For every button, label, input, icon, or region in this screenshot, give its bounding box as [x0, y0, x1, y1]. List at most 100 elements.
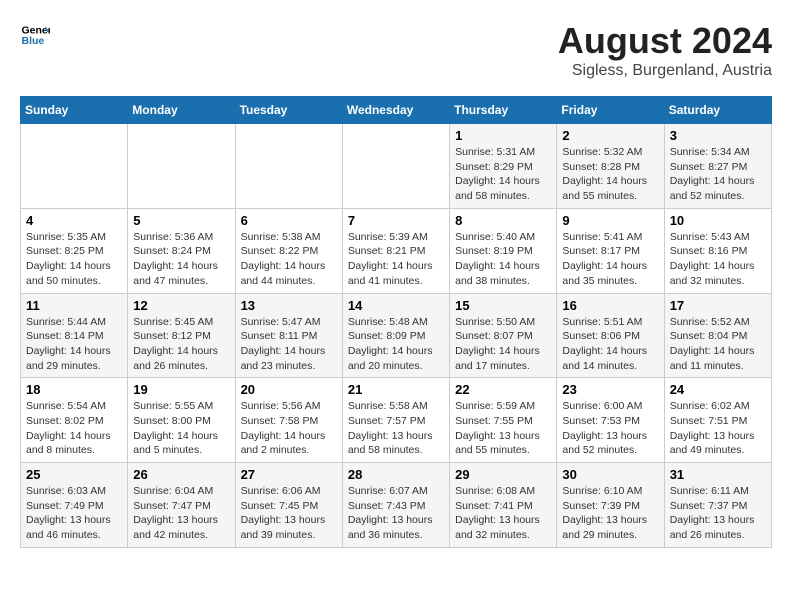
day-info: Sunrise: 6:11 AM Sunset: 7:37 PM Dayligh… [670, 484, 766, 543]
day-info: Sunrise: 5:32 AM Sunset: 8:28 PM Dayligh… [562, 145, 658, 204]
header: General Blue August 2024 Sigless, Burgen… [20, 20, 772, 80]
day-number: 21 [348, 382, 444, 397]
day-info: Sunrise: 6:03 AM Sunset: 7:49 PM Dayligh… [26, 484, 122, 543]
day-number: 28 [348, 467, 444, 482]
day-info: Sunrise: 5:41 AM Sunset: 8:17 PM Dayligh… [562, 230, 658, 289]
logo: General Blue [20, 20, 50, 50]
day-info: Sunrise: 5:58 AM Sunset: 7:57 PM Dayligh… [348, 399, 444, 458]
calendar-cell: 7Sunrise: 5:39 AM Sunset: 8:21 PM Daylig… [342, 208, 449, 293]
day-number: 17 [670, 298, 766, 313]
day-info: Sunrise: 5:38 AM Sunset: 8:22 PM Dayligh… [241, 230, 337, 289]
day-info: Sunrise: 5:54 AM Sunset: 8:02 PM Dayligh… [26, 399, 122, 458]
calendar-cell: 2Sunrise: 5:32 AM Sunset: 8:28 PM Daylig… [557, 124, 664, 209]
day-info: Sunrise: 5:48 AM Sunset: 8:09 PM Dayligh… [348, 315, 444, 374]
main-title: August 2024 [558, 20, 772, 62]
day-number: 9 [562, 213, 658, 228]
calendar-cell: 30 Sunrise: 6:10 AM Sunset: 7:39 PM Dayli… [557, 463, 664, 548]
day-info: Sunrise: 5:34 AM Sunset: 8:27 PM Dayligh… [670, 145, 766, 204]
calendar-cell: 27 Sunrise: 6:06 AM Sunset: 7:45 PM Dayli… [235, 463, 342, 548]
calendar-cell: 10 Sunrise: 5:43 AM Sunset: 8:16 PM Dayli… [664, 208, 771, 293]
day-number: 10 [670, 213, 766, 228]
day-info: Sunrise: 5:43 AM Sunset: 8:16 PM Dayligh… [670, 230, 766, 289]
calendar-week-row: 25 Sunrise: 6:03 AM Sunset: 7:49 PM Dayli… [21, 463, 772, 548]
day-info: Sunrise: 6:00 AM Sunset: 7:53 PM Dayligh… [562, 399, 658, 458]
day-info: Sunrise: 5:44 AM Sunset: 8:14 PM Dayligh… [26, 315, 122, 374]
calendar-cell: 11 Sunrise: 5:44 AM Sunset: 8:14 PM Dayli… [21, 293, 128, 378]
day-info: Sunrise: 5:35 AM Sunset: 8:25 PM Dayligh… [26, 230, 122, 289]
subtitle: Sigless, Burgenland, Austria [558, 62, 772, 80]
calendar-cell: 4 Sunrise: 5:35 AM Sunset: 8:25 PM Daylig… [21, 208, 128, 293]
day-info: Sunrise: 5:45 AM Sunset: 8:12 PM Dayligh… [133, 315, 229, 374]
calendar-cell: 16 Sunrise: 5:51 AM Sunset: 8:06 PM Dayli… [557, 293, 664, 378]
calendar-cell: 5 Sunrise: 5:36 AM Sunset: 8:24 PM Daylig… [128, 208, 235, 293]
calendar-week-row: 1Sunrise: 5:31 AM Sunset: 8:29 PM Daylig… [21, 124, 772, 209]
calendar-cell: 26 Sunrise: 6:04 AM Sunset: 7:47 PM Dayli… [128, 463, 235, 548]
day-number: 11 [26, 298, 122, 313]
weekday-header-wednesday: Wednesday [342, 97, 449, 124]
day-info: Sunrise: 5:47 AM Sunset: 8:11 PM Dayligh… [241, 315, 337, 374]
day-number: 8 [455, 213, 551, 228]
calendar-cell: 25 Sunrise: 6:03 AM Sunset: 7:49 PM Dayli… [21, 463, 128, 548]
calendar-cell: 12 Sunrise: 5:45 AM Sunset: 8:12 PM Dayli… [128, 293, 235, 378]
day-number: 15 [455, 298, 551, 313]
weekday-header-monday: Monday [128, 97, 235, 124]
day-number: 23 [562, 382, 658, 397]
weekday-header-tuesday: Tuesday [235, 97, 342, 124]
day-number: 13 [241, 298, 337, 313]
day-number: 19 [133, 382, 229, 397]
day-info: Sunrise: 6:08 AM Sunset: 7:41 PM Dayligh… [455, 484, 551, 543]
calendar-cell: 24Sunrise: 6:02 AM Sunset: 7:51 PM Dayli… [664, 378, 771, 463]
calendar-cell: 22 Sunrise: 5:59 AM Sunset: 7:55 PM Dayli… [450, 378, 557, 463]
title-area: August 2024 Sigless, Burgenland, Austria [558, 20, 772, 80]
day-info: Sunrise: 5:55 AM Sunset: 8:00 PM Dayligh… [133, 399, 229, 458]
day-number: 18 [26, 382, 122, 397]
day-number: 29 [455, 467, 551, 482]
calendar-cell: 23 Sunrise: 6:00 AM Sunset: 7:53 PM Dayli… [557, 378, 664, 463]
day-number: 25 [26, 467, 122, 482]
calendar-cell: 1Sunrise: 5:31 AM Sunset: 8:29 PM Daylig… [450, 124, 557, 209]
day-number: 22 [455, 382, 551, 397]
calendar-week-row: 4 Sunrise: 5:35 AM Sunset: 8:25 PM Daylig… [21, 208, 772, 293]
day-info: Sunrise: 5:56 AM Sunset: 7:58 PM Dayligh… [241, 399, 337, 458]
day-info: Sunrise: 5:36 AM Sunset: 8:24 PM Dayligh… [133, 230, 229, 289]
day-info: Sunrise: 5:40 AM Sunset: 8:19 PM Dayligh… [455, 230, 551, 289]
calendar-cell: 29 Sunrise: 6:08 AM Sunset: 7:41 PM Dayli… [450, 463, 557, 548]
calendar-cell: 9 Sunrise: 5:41 AM Sunset: 8:17 PM Daylig… [557, 208, 664, 293]
weekday-header-friday: Friday [557, 97, 664, 124]
day-number: 3 [670, 128, 766, 143]
day-number: 4 [26, 213, 122, 228]
day-number: 16 [562, 298, 658, 313]
logo-icon: General Blue [20, 20, 50, 50]
calendar-table: SundayMondayTuesdayWednesdayThursdayFrid… [20, 96, 772, 548]
weekday-header-sunday: Sunday [21, 97, 128, 124]
calendar-cell: 28 Sunrise: 6:07 AM Sunset: 7:43 PM Dayli… [342, 463, 449, 548]
day-info: Sunrise: 5:52 AM Sunset: 8:04 PM Dayligh… [670, 315, 766, 374]
calendar-cell: 21 Sunrise: 5:58 AM Sunset: 7:57 PM Dayli… [342, 378, 449, 463]
day-number: 6 [241, 213, 337, 228]
day-info: Sunrise: 5:51 AM Sunset: 8:06 PM Dayligh… [562, 315, 658, 374]
day-info: Sunrise: 5:59 AM Sunset: 7:55 PM Dayligh… [455, 399, 551, 458]
day-number: 27 [241, 467, 337, 482]
day-info: Sunrise: 5:50 AM Sunset: 8:07 PM Dayligh… [455, 315, 551, 374]
day-number: 5 [133, 213, 229, 228]
day-number: 31 [670, 467, 766, 482]
calendar-cell [21, 124, 128, 209]
calendar-week-row: 11 Sunrise: 5:44 AM Sunset: 8:14 PM Dayli… [21, 293, 772, 378]
calendar-cell: 17 Sunrise: 5:52 AM Sunset: 8:04 PM Dayli… [664, 293, 771, 378]
day-number: 30 [562, 467, 658, 482]
day-number: 24 [670, 382, 766, 397]
calendar-cell [235, 124, 342, 209]
weekday-header-saturday: Saturday [664, 97, 771, 124]
calendar-cell: 20Sunrise: 5:56 AM Sunset: 7:58 PM Dayli… [235, 378, 342, 463]
weekday-header-thursday: Thursday [450, 97, 557, 124]
calendar-cell: 14Sunrise: 5:48 AM Sunset: 8:09 PM Dayli… [342, 293, 449, 378]
calendar-cell: 19 Sunrise: 5:55 AM Sunset: 8:00 PM Dayli… [128, 378, 235, 463]
calendar-cell: 15 Sunrise: 5:50 AM Sunset: 8:07 PM Dayli… [450, 293, 557, 378]
weekday-header-row: SundayMondayTuesdayWednesdayThursdayFrid… [21, 97, 772, 124]
day-number: 26 [133, 467, 229, 482]
day-info: Sunrise: 6:10 AM Sunset: 7:39 PM Dayligh… [562, 484, 658, 543]
day-info: Sunrise: 6:07 AM Sunset: 7:43 PM Dayligh… [348, 484, 444, 543]
day-info: Sunrise: 6:06 AM Sunset: 7:45 PM Dayligh… [241, 484, 337, 543]
day-info: Sunrise: 6:04 AM Sunset: 7:47 PM Dayligh… [133, 484, 229, 543]
day-number: 12 [133, 298, 229, 313]
